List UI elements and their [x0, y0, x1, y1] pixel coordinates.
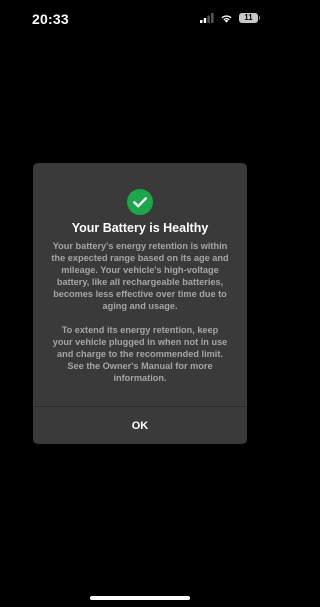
status-time: 20:33 — [32, 11, 69, 27]
battery-health-dialog: Your Battery is Healthy Your battery's e… — [33, 163, 247, 444]
status-bar: 20:33 11 — [0, 0, 280, 40]
wifi-icon — [220, 13, 233, 23]
status-icons: 11 — [200, 13, 260, 23]
screen: 20:33 11 Your Battery is Healthy Your ba… — [0, 0, 280, 607]
dialog-body: Your battery's energy retention is withi… — [51, 240, 229, 384]
dialog-title: Your Battery is Healthy — [71, 221, 209, 235]
home-indicator[interactable] — [90, 596, 190, 600]
signal-icon — [200, 13, 214, 23]
checkmark-circle-icon — [127, 189, 153, 215]
dialog-paragraph-retention: Your battery's energy retention is withi… — [51, 241, 229, 311]
ok-button[interactable]: OK — [33, 407, 247, 444]
battery-icon: 11 — [239, 13, 260, 23]
dialog-paragraph-advice: To extend its energy retention, keep you… — [52, 325, 228, 383]
